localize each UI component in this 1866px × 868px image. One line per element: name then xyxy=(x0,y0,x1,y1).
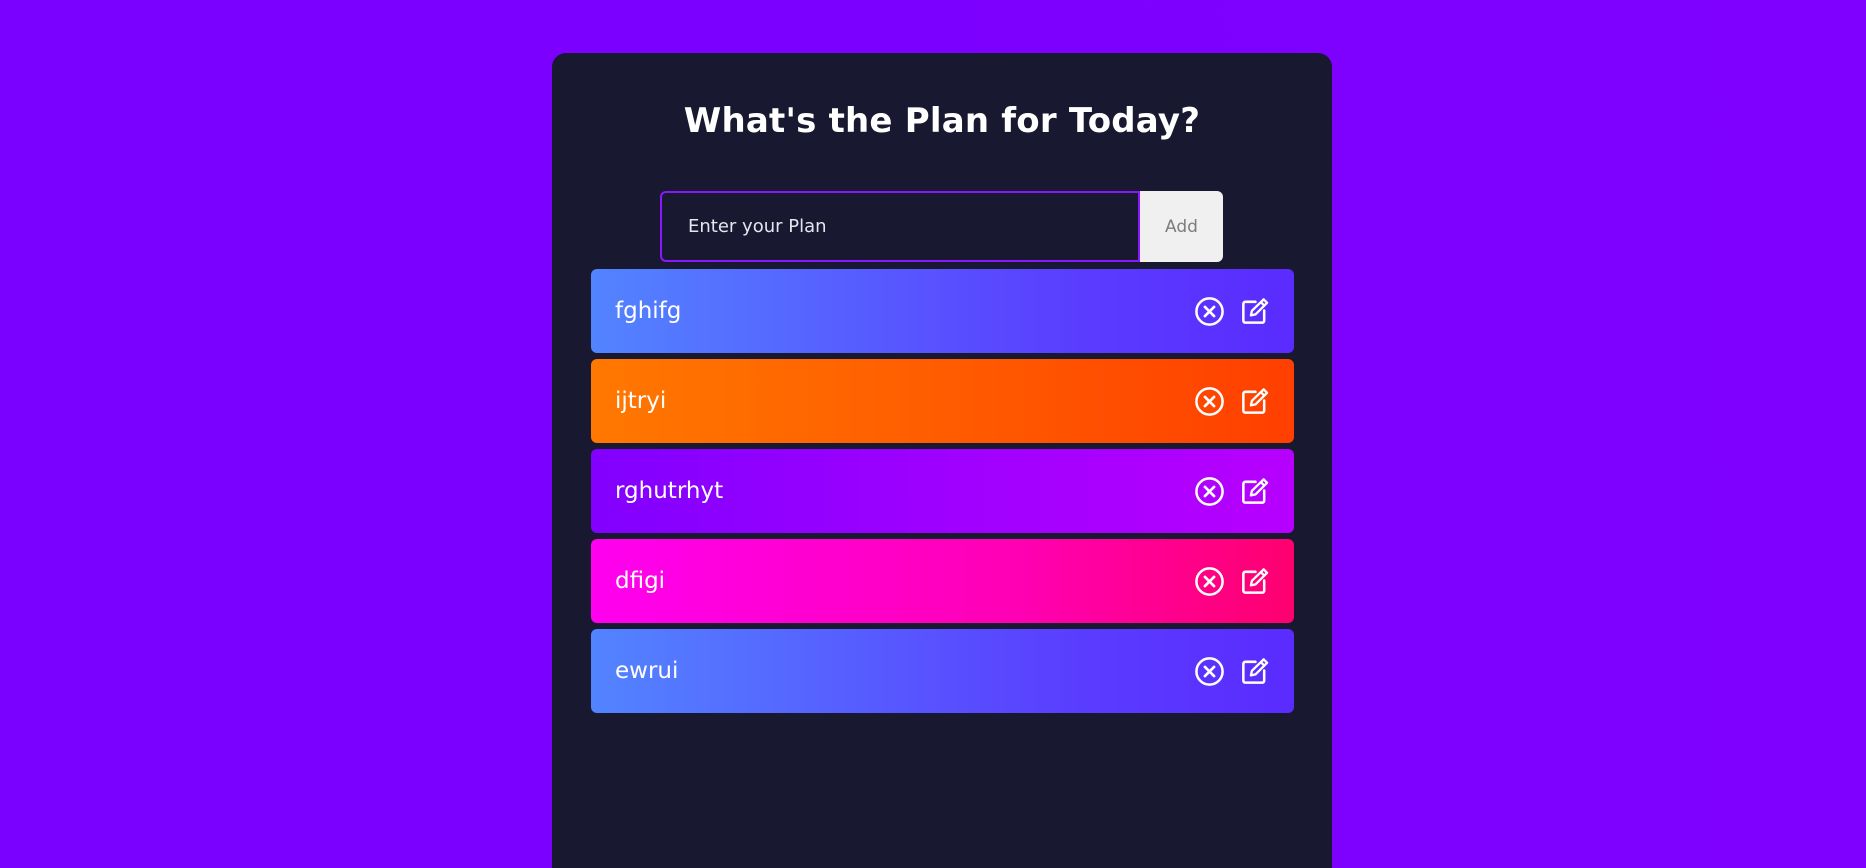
close-circle-icon[interactable] xyxy=(1194,566,1225,597)
close-circle-icon[interactable] xyxy=(1194,656,1225,687)
todo-text: ijtryi xyxy=(615,388,667,414)
edit-icon[interactable] xyxy=(1239,386,1270,417)
todo-text: dfigi xyxy=(615,568,666,594)
todo-list: fghifg ijtryi rghutrhyt dfigi ewrui xyxy=(591,269,1294,719)
close-circle-icon[interactable] xyxy=(1194,476,1225,507)
edit-icon[interactable] xyxy=(1239,656,1270,687)
edit-icon[interactable] xyxy=(1239,476,1270,507)
add-button[interactable]: Add xyxy=(1140,191,1223,262)
todo-actions xyxy=(1194,386,1270,417)
page-title: What's the Plan for Today? xyxy=(683,101,1201,141)
close-circle-icon[interactable] xyxy=(1194,386,1225,417)
plan-input[interactable] xyxy=(660,191,1140,262)
todo-item: rghutrhyt xyxy=(591,449,1294,533)
todo-actions xyxy=(1194,476,1270,507)
edit-icon[interactable] xyxy=(1239,566,1270,597)
todo-item: fghifg xyxy=(591,269,1294,353)
todo-item: dfigi xyxy=(591,539,1294,623)
todo-item: ewrui xyxy=(591,629,1294,713)
todo-text: rghutrhyt xyxy=(615,478,724,504)
todo-actions xyxy=(1194,566,1270,597)
todo-actions xyxy=(1194,656,1270,687)
todo-app: What's the Plan for Today? Add fghifg ij… xyxy=(552,53,1332,868)
todo-text: ewrui xyxy=(615,658,679,684)
close-circle-icon[interactable] xyxy=(1194,296,1225,327)
todo-form: Add xyxy=(660,191,1223,262)
edit-icon[interactable] xyxy=(1239,296,1270,327)
todo-item: ijtryi xyxy=(591,359,1294,443)
todo-text: fghifg xyxy=(615,298,682,324)
todo-actions xyxy=(1194,296,1270,327)
